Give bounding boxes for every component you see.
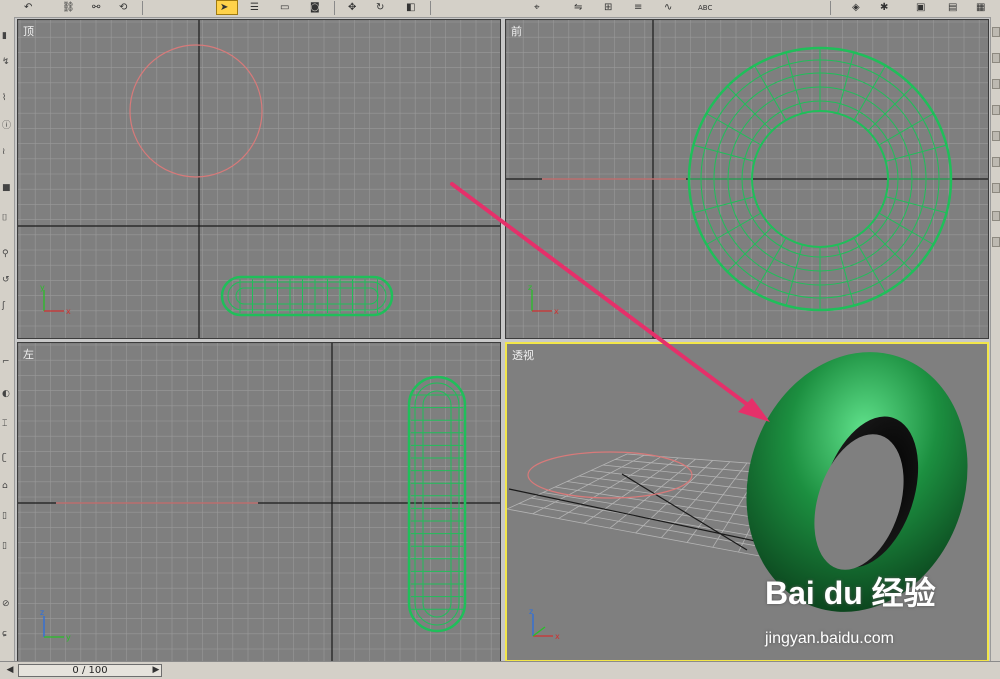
quick-render-icon[interactable]: ▦ bbox=[972, 0, 994, 15]
layer-icon[interactable]: ≡ bbox=[630, 0, 652, 15]
toolbar-separator bbox=[430, 1, 431, 15]
axis-z-label: z bbox=[40, 608, 44, 617]
axis-x-label: x bbox=[554, 307, 559, 316]
tool-icon[interactable]: ⌂ bbox=[2, 481, 11, 492]
tool-icon[interactable]: ⚲ bbox=[2, 249, 11, 260]
tool-icon[interactable]: ʗ bbox=[2, 453, 11, 464]
time-slider-bar: ◀ 0 / 100 ▶ bbox=[0, 661, 1000, 679]
viewport-label[interactable]: 前 bbox=[511, 23, 522, 39]
render-setup-icon[interactable]: ✱ bbox=[876, 0, 898, 15]
display-icon[interactable]: ≀ bbox=[2, 147, 11, 158]
hierarchy-icon[interactable]: ⌇ bbox=[2, 93, 11, 104]
tool-icon[interactable]: ⌷ bbox=[2, 213, 11, 224]
viewport-left[interactable]: 左 z y bbox=[17, 342, 501, 662]
left-command-strip: ▮ ↯ ⌇ ⓘ ≀ ■ ⌷ ⚲ ↺ ʃ ⌐ ◐ ⌶ ʗ ⌂ ▯ ▯ ⊘ ɕ bbox=[0, 17, 15, 661]
align-icon[interactable]: ⊞ bbox=[600, 0, 622, 15]
panel-tab-icon[interactable] bbox=[992, 79, 1000, 89]
create-icon[interactable]: ▮ bbox=[2, 31, 11, 42]
snap-icon[interactable]: ⌖ bbox=[530, 0, 552, 15]
utilities-icon[interactable]: ■ bbox=[2, 183, 11, 194]
panel-tab-icon[interactable] bbox=[992, 53, 1000, 63]
panel-tab-icon[interactable] bbox=[992, 131, 1000, 141]
viewport-left-canvas: z y bbox=[18, 343, 500, 661]
axis-tripod: y x bbox=[40, 283, 71, 316]
tool-icon[interactable]: ʃ bbox=[2, 301, 11, 312]
viewport-label[interactable]: 顶 bbox=[23, 23, 34, 39]
watermark-logo: Bai du 经验 bbox=[765, 575, 936, 611]
panel-tab-icon[interactable] bbox=[992, 27, 1000, 37]
tool-icon[interactable]: ↺ bbox=[2, 275, 11, 286]
motion-icon[interactable]: ⓘ bbox=[2, 121, 11, 132]
panel-tab-icon[interactable] bbox=[992, 211, 1000, 221]
frame-readout: 0 / 100 bbox=[72, 665, 108, 676]
panel-tab-icon[interactable] bbox=[992, 183, 1000, 193]
prev-frame-icon[interactable]: ◀ bbox=[4, 664, 16, 677]
toolbar-separator bbox=[334, 1, 335, 15]
axis-y-label: y bbox=[40, 283, 45, 292]
axis-x-label: x bbox=[66, 307, 71, 316]
grid bbox=[18, 20, 500, 338]
right-command-strip bbox=[990, 17, 1000, 661]
move-icon[interactable]: ✥ bbox=[344, 0, 366, 15]
torus-wireframe[interactable] bbox=[220, 275, 394, 317]
axis-tripod: z x bbox=[529, 607, 560, 641]
panel-tab-icon[interactable] bbox=[992, 237, 1000, 247]
render-icon[interactable]: ▣ bbox=[912, 0, 934, 15]
panel-tab-icon[interactable] bbox=[992, 157, 1000, 167]
rotate-icon[interactable]: ↻ bbox=[372, 0, 394, 15]
mirror-icon[interactable]: ⇋ bbox=[570, 0, 592, 15]
tool-icon[interactable]: ⊘ bbox=[2, 599, 11, 610]
tool-icon[interactable]: ▯ bbox=[2, 541, 11, 552]
axis-z-label: z bbox=[529, 607, 533, 616]
axis-tripod: z y bbox=[40, 608, 71, 642]
circle-shape[interactable] bbox=[527, 451, 693, 499]
unlink-icon[interactable]: ⚯ bbox=[88, 0, 110, 15]
window-crossing-icon[interactable]: ◙ bbox=[306, 0, 328, 15]
panel-tab-icon[interactable] bbox=[992, 105, 1000, 115]
axis-tripod: z x bbox=[528, 283, 559, 316]
tool-icon[interactable]: ▯ bbox=[2, 511, 11, 522]
watermark-url: jingyan.baidu.com bbox=[765, 630, 894, 647]
bind-icon[interactable]: ⟲ bbox=[115, 0, 137, 15]
undo-icon[interactable]: ↶ bbox=[20, 0, 42, 15]
region-select-icon[interactable]: ▭ bbox=[276, 0, 298, 15]
baidu-jingyan-watermark: Bai du 经验 jingyan.baidu.com bbox=[760, 568, 960, 658]
main-toolbar: ↶ ⛓ ⚯ ⟲ ➤ ☰ ▭ ◙ ✥ ↻ ◧ ⌖ ⇋ ⊞ ≡ ∿ ABC ◈ ✱ … bbox=[0, 0, 1000, 18]
spelling-icon[interactable]: ABC bbox=[694, 0, 716, 15]
viewport-front-canvas: z x bbox=[506, 20, 988, 338]
axis-z-label: z bbox=[528, 283, 532, 292]
axis-y-label: y bbox=[66, 633, 71, 642]
time-slider[interactable]: 0 / 100 bbox=[18, 664, 162, 677]
select-by-name-icon[interactable]: ☰ bbox=[246, 0, 268, 15]
viewport-front[interactable]: 前 z x bbox=[505, 19, 989, 339]
render-frame-icon[interactable]: ▤ bbox=[944, 0, 966, 15]
material-editor-icon[interactable]: ◈ bbox=[848, 0, 870, 15]
modify-icon[interactable]: ↯ bbox=[2, 57, 11, 68]
scale-icon[interactable]: ◧ bbox=[402, 0, 424, 15]
torus-wireframe[interactable] bbox=[407, 375, 467, 633]
viewport-label[interactable]: 左 bbox=[23, 346, 34, 362]
curve-editor-icon[interactable]: ∿ bbox=[660, 0, 682, 15]
tool-icon[interactable]: ◐ bbox=[2, 389, 11, 400]
viewport-label[interactable]: 透视 bbox=[512, 347, 534, 363]
select-arrow-icon[interactable]: ➤ bbox=[216, 0, 238, 15]
circle-shape[interactable] bbox=[129, 44, 263, 178]
viewport-top[interactable]: 顶 y x bbox=[17, 19, 501, 339]
viewport-top-canvas: y x bbox=[18, 20, 500, 338]
axis-x-label: x bbox=[555, 632, 560, 641]
toolbar-separator bbox=[142, 1, 143, 15]
tool-icon[interactable]: ɕ bbox=[2, 629, 11, 640]
tool-icon[interactable]: ⌐ bbox=[2, 357, 11, 368]
link-icon[interactable]: ⛓ bbox=[58, 0, 80, 15]
next-frame-icon[interactable]: ▶ bbox=[150, 664, 162, 677]
toolbar-separator bbox=[830, 1, 831, 15]
tool-icon[interactable]: ⌶ bbox=[2, 419, 11, 430]
